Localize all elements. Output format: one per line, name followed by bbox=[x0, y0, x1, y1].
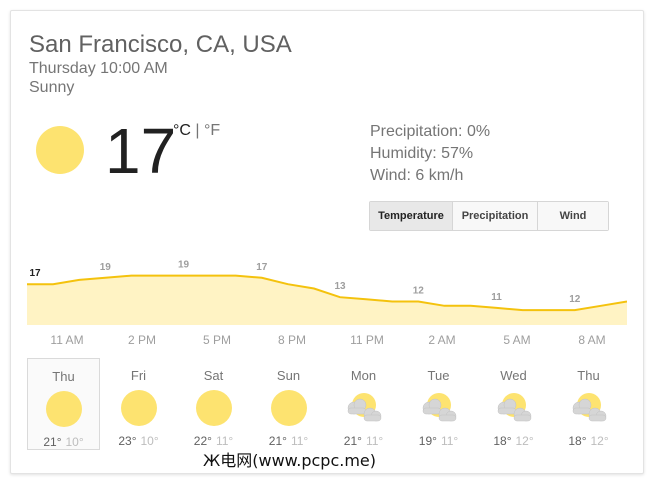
weather-details: Precipitation: 0% Humidity: 57% Wind: 6 … bbox=[370, 121, 490, 187]
wind-value: Wind: 6 km/h bbox=[370, 167, 464, 184]
humidity-value: Humidity: 57% bbox=[370, 145, 474, 162]
high-temp: 21° bbox=[268, 434, 287, 448]
day-name: Sat bbox=[203, 368, 224, 383]
location-title: San Francisco, CA, USA bbox=[29, 31, 292, 58]
day-forecast-wed[interactable]: Wed 18° 12° bbox=[477, 358, 550, 450]
day-name: Thu bbox=[52, 369, 75, 384]
day-forecast-sat[interactable]: Sat 22° 11° bbox=[177, 358, 250, 450]
high-temp: 22° bbox=[193, 434, 212, 448]
unit-separator: | bbox=[190, 122, 204, 139]
current-temperature: 17 bbox=[105, 115, 177, 187]
day-temperatures: 19° 11° bbox=[402, 434, 475, 448]
date-time: Thursday 10:00 AM bbox=[29, 60, 168, 77]
day-name: Wed bbox=[500, 368, 527, 383]
sun-icon bbox=[120, 390, 157, 426]
low-temp: 12° bbox=[590, 434, 609, 448]
partly-cloudy-icon bbox=[571, 390, 607, 426]
day-temperatures: 22° 11° bbox=[177, 434, 250, 448]
partly-cloudy-icon bbox=[421, 390, 457, 426]
daily-forecast: Thu 21° 10° Fri 23° 10° Sat 22° 11° Sun 21° 11° Mon 2… bbox=[27, 358, 627, 450]
temperature-chart: 17 19 19 17 13 12 11 12 bbox=[27, 260, 627, 325]
hour-label: 8 PM bbox=[277, 333, 307, 347]
temperature-label: 19 bbox=[100, 262, 112, 273]
day-temperatures: 21° 11° bbox=[327, 434, 400, 448]
hour-label: 2 PM bbox=[127, 333, 157, 347]
weather-card: San Francisco, CA, USA Thursday 10:00 AM… bbox=[10, 10, 644, 474]
tab-wind[interactable]: Wind bbox=[538, 202, 608, 230]
low-temp: 11° bbox=[290, 434, 309, 448]
temperature-label: 12 bbox=[413, 285, 425, 296]
high-temp: 19° bbox=[418, 434, 437, 448]
temperature-label: 12 bbox=[569, 294, 581, 305]
low-temp: 10° bbox=[140, 434, 159, 448]
temperature-area bbox=[27, 275, 627, 325]
unit-toggle: °C | °F bbox=[173, 122, 220, 140]
low-temp: 10° bbox=[65, 435, 84, 449]
low-temp: 11° bbox=[440, 434, 459, 448]
temperature-label: 13 bbox=[334, 281, 346, 292]
day-forecast-sun[interactable]: Sun 21° 11° bbox=[252, 358, 325, 450]
hourly-time-axis: 11 AM 2 PM 5 PM 8 PM 11 PM 2 AM 5 AM 8 AM bbox=[27, 333, 627, 349]
watermark: Ж电网(www.pcpc.me) bbox=[203, 451, 377, 470]
tab-temperature[interactable]: Temperature bbox=[370, 202, 453, 230]
day-temperatures: 18° 12° bbox=[477, 434, 550, 448]
day-temperatures: 21° 10° bbox=[28, 435, 99, 449]
partly-cloudy-icon bbox=[496, 390, 532, 426]
temperature-label: 17 bbox=[29, 268, 41, 279]
low-temp: 11° bbox=[215, 434, 234, 448]
day-name: Tue bbox=[427, 368, 450, 383]
fahrenheit-toggle[interactable]: °F bbox=[204, 122, 220, 139]
day-name: Sun bbox=[276, 368, 301, 383]
temperature-label: 19 bbox=[178, 260, 190, 271]
high-temp: 23° bbox=[118, 434, 137, 448]
hour-label: 5 AM bbox=[503, 333, 531, 347]
partly-cloudy-icon bbox=[346, 390, 382, 426]
high-temp: 18° bbox=[493, 434, 512, 448]
day-forecast-thu[interactable]: Thu 21° 10° bbox=[27, 358, 100, 450]
precipitation-value: Precipitation: 0% bbox=[370, 123, 491, 140]
day-forecast-mon[interactable]: Mon 21° 11° bbox=[327, 358, 400, 450]
day-forecast-tue[interactable]: Tue 19° 11° bbox=[402, 358, 475, 450]
low-temp: 12° bbox=[515, 434, 534, 448]
day-forecast-fri[interactable]: Fri 23° 10° bbox=[102, 358, 175, 450]
hour-label: 11 PM bbox=[350, 333, 384, 347]
day-temperatures: 21° 11° bbox=[252, 434, 325, 448]
celsius-toggle[interactable]: °C bbox=[173, 122, 191, 139]
high-temp: 21° bbox=[343, 434, 362, 448]
day-name: Mon bbox=[350, 368, 377, 383]
tab-precipitation[interactable]: Precipitation bbox=[453, 202, 538, 230]
high-temp: 21° bbox=[43, 435, 62, 449]
sun-icon bbox=[195, 390, 232, 426]
sun-icon bbox=[36, 126, 84, 174]
day-temperatures: 18° 12° bbox=[552, 434, 625, 448]
low-temp: 11° bbox=[365, 434, 384, 448]
temperature-label: 11 bbox=[491, 292, 502, 303]
temperature-label: 17 bbox=[256, 262, 268, 273]
day-name: Thu bbox=[577, 368, 600, 383]
chart-tabs: Temperature Precipitation Wind bbox=[369, 201, 609, 231]
sun-icon bbox=[270, 390, 307, 426]
weather-condition: Sunny bbox=[29, 79, 75, 96]
day-forecast-thu[interactable]: Thu 18° 12° bbox=[552, 358, 625, 450]
sun-icon bbox=[45, 391, 82, 427]
day-name: Fri bbox=[130, 368, 147, 383]
day-temperatures: 23° 10° bbox=[102, 434, 175, 448]
hour-label: 2 AM bbox=[428, 333, 456, 347]
hour-label: 8 AM bbox=[578, 333, 606, 347]
high-temp: 18° bbox=[568, 434, 587, 448]
hour-label: 11 AM bbox=[50, 333, 84, 347]
hour-label: 5 PM bbox=[202, 333, 232, 347]
